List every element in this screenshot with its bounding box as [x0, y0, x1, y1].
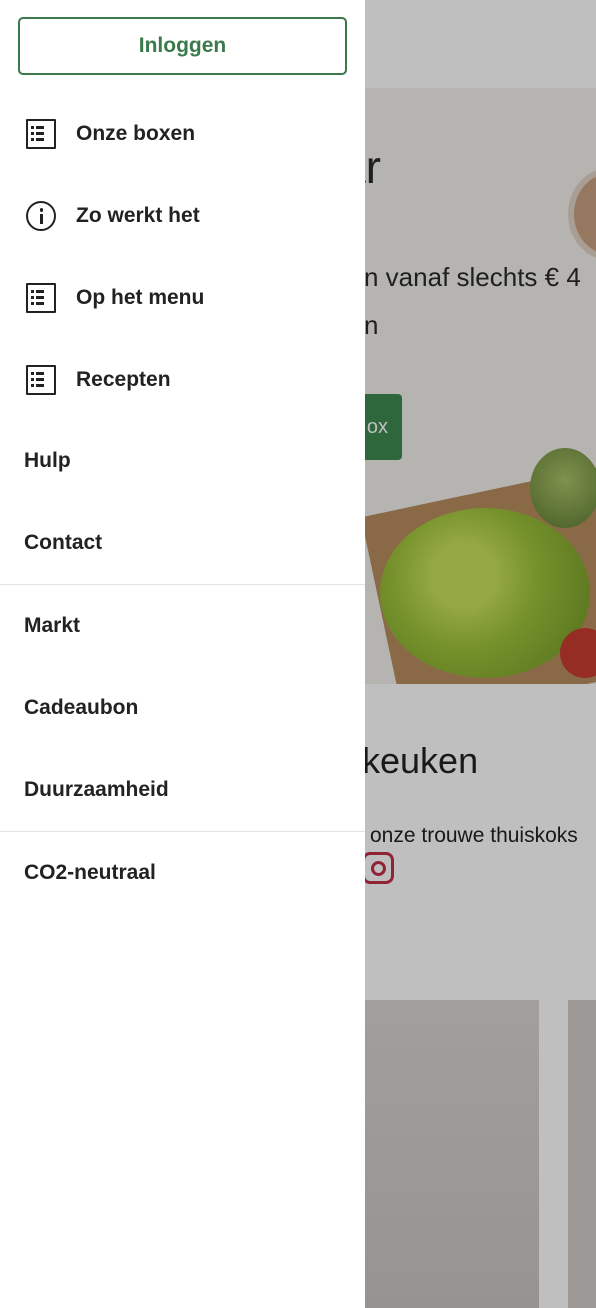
navigation-drawer: Inloggen Onze boxen Zo werkt het Op het … — [0, 0, 365, 1308]
menu-item-label: Op het menu — [76, 286, 205, 309]
menu-item-co2-neutraal[interactable]: CO2-neutraal — [0, 843, 365, 903]
menu-item-onze-boxen[interactable]: Onze boxen — [0, 104, 365, 164]
menu-item-label: CO2-neutraal — [24, 861, 156, 884]
menu-divider — [0, 584, 365, 585]
menu-item-label: Contact — [24, 531, 103, 554]
menu-item-duurzaamheid[interactable]: Duurzaamheid — [0, 760, 365, 820]
menu-item-op-het-menu[interactable]: Op het menu — [0, 268, 365, 328]
menu-item-label: Duurzaamheid — [24, 778, 169, 801]
menu-item-zo-werkt-het[interactable]: Zo werkt het — [0, 186, 365, 246]
list-icon — [26, 283, 56, 313]
menu-item-hulp[interactable]: Hulp — [0, 431, 365, 491]
menu-item-markt[interactable]: Markt — [0, 596, 365, 656]
list-icon — [26, 119, 56, 149]
menu-item-recepten[interactable]: Recepten — [0, 350, 365, 410]
menu-item-label: Markt — [24, 614, 81, 637]
menu-divider — [0, 831, 365, 832]
info-icon — [26, 201, 56, 231]
login-button[interactable]: Inloggen — [18, 17, 347, 75]
menu-item-label: Onze boxen — [76, 122, 196, 145]
list-icon — [26, 365, 56, 395]
menu-item-label: Cadeaubon — [24, 696, 139, 719]
menu-item-cadeaubon[interactable]: Cadeaubon — [0, 678, 365, 738]
menu-item-label: Recepten — [76, 368, 171, 391]
menu-item-label: Zo werkt het — [76, 204, 200, 227]
menu-item-label: Hulp — [24, 449, 71, 472]
menu-item-contact[interactable]: Contact — [0, 513, 365, 573]
